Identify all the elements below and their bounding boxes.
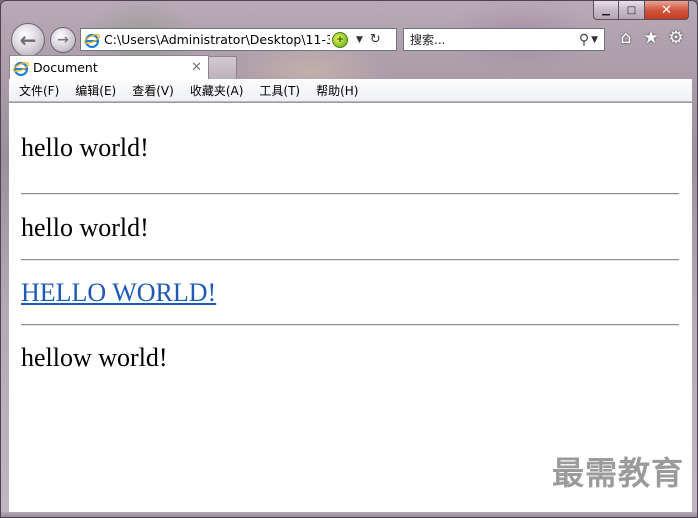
search-icon[interactable]: ⚲: [579, 32, 589, 48]
watermark: 最需教育: [551, 454, 684, 492]
menu-help[interactable]: 帮助(H): [308, 82, 366, 99]
address-dropdown-icon[interactable]: ▼: [356, 35, 363, 45]
horizontal-rule: [21, 193, 679, 195]
search-box[interactable]: 搜索... ⚲ ▼: [403, 28, 605, 51]
horizontal-rule: [21, 259, 679, 261]
tab-title: Document: [33, 60, 98, 75]
ie-tab-icon: [13, 61, 29, 76]
menu-edit[interactable]: 编辑(E): [67, 82, 124, 99]
text-line-2: hello world!: [21, 213, 149, 242]
tab-document[interactable]: Document ✕: [9, 55, 209, 79]
back-arrow-icon: ←: [19, 28, 37, 52]
address-bar[interactable]: C:\Users\Administrator\Desktop\11-3.h + …: [80, 28, 397, 51]
close-tab-icon[interactable]: ✕: [191, 60, 202, 75]
menu-tools[interactable]: 工具(T): [251, 82, 308, 99]
browser-window: ▁ □ ✕ ← → C:\Users\Administrator\Desktop…: [0, 0, 698, 518]
gear-icon[interactable]: ⚙: [667, 29, 685, 47]
menu-file[interactable]: 文件(F): [9, 82, 67, 99]
horizontal-rule: [21, 324, 679, 326]
back-button[interactable]: ←: [11, 23, 45, 57]
caption-buttons: ▁ □ ✕: [593, 1, 689, 20]
text-line-1: hello world!: [21, 133, 149, 162]
ie-page-icon: [84, 33, 100, 48]
window-bottom-border: [1, 512, 697, 517]
link-hello-world[interactable]: HELLO WORLD!: [21, 278, 216, 308]
menu-bar: 文件(F) 编辑(E) 查看(V) 收藏夹(A) 工具(T) 帮助(H): [9, 79, 692, 102]
menu-favorites[interactable]: 收藏夹(A): [182, 82, 252, 99]
text-line-4: hellow world!: [21, 343, 168, 372]
address-input[interactable]: C:\Users\Administrator\Desktop\11-3.h: [104, 32, 330, 47]
maximize-button[interactable]: □: [619, 1, 645, 20]
menu-view[interactable]: 查看(V): [124, 82, 182, 99]
compatibility-view-icon[interactable]: +: [332, 31, 348, 48]
forward-button[interactable]: →: [50, 27, 76, 53]
home-icon[interactable]: ⌂: [617, 29, 635, 47]
new-tab-button[interactable]: [209, 56, 237, 79]
search-dropdown-icon[interactable]: ▼: [591, 35, 598, 45]
close-button[interactable]: ✕: [645, 1, 689, 20]
search-input[interactable]: 搜索...: [410, 31, 579, 48]
page-content: hello world! hello world! HELLO WORLD! h…: [9, 103, 692, 512]
refresh-icon[interactable]: ↻: [370, 32, 381, 47]
favorites-star-icon[interactable]: ★: [642, 29, 660, 47]
minimize-button[interactable]: ▁: [593, 1, 619, 20]
toolbar-icons: ⌂ ★ ⚙: [617, 29, 685, 47]
forward-arrow-icon: →: [57, 32, 69, 48]
